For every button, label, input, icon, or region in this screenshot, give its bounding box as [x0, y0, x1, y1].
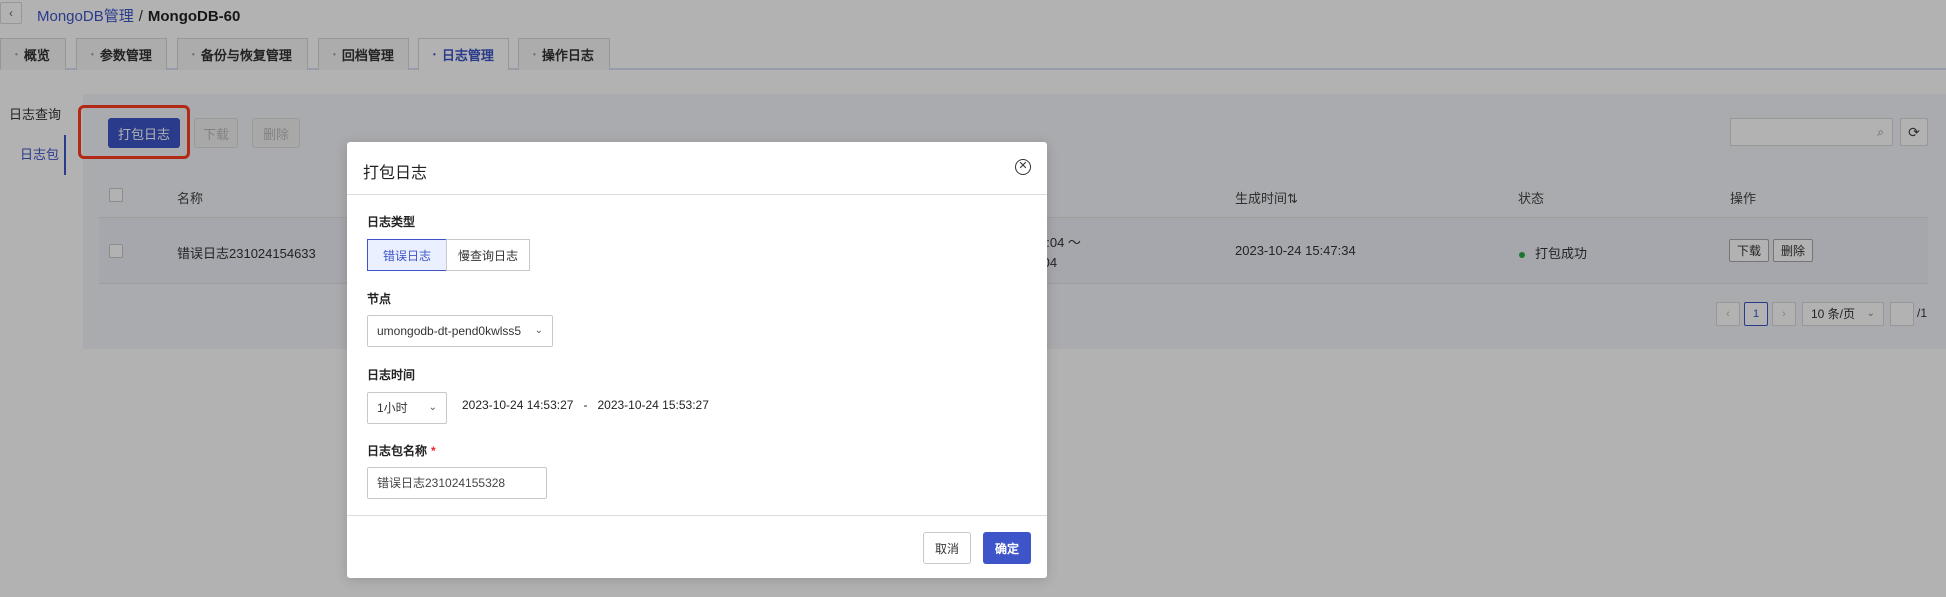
log-type-slow-query-option[interactable]: 慢查询日志	[446, 239, 530, 271]
chevron-down-icon: ⌄	[428, 402, 437, 413]
chevron-down-icon: ⌄	[534, 325, 543, 336]
required-mark: *	[431, 444, 436, 458]
log-time-label: 日志时间	[367, 368, 416, 382]
node-select[interactable]: umongodb-dt-pend0kwlss5 ⌄	[367, 315, 553, 347]
time-range-select[interactable]: 1小时 ⌄	[367, 392, 447, 424]
log-type-label: 日志类型	[367, 215, 416, 229]
dialog-header-divider	[347, 194, 1047, 195]
node-select-value: umongodb-dt-pend0kwlss5	[377, 324, 522, 338]
dialog-footer-divider	[347, 515, 1047, 516]
pack-log-dialog: 打包日志 ✕ 日志类型 错误日志 慢查询日志 节点 umongodb-dt-pe…	[347, 142, 1047, 578]
time-end: 2023-10-24 15:53:27	[597, 398, 709, 412]
package-name-input[interactable]: 错误日志231024155328	[367, 467, 547, 499]
close-icon[interactable]: ✕	[1015, 159, 1031, 175]
cancel-button[interactable]: 取消	[923, 532, 971, 564]
log-type-error-option[interactable]: 错误日志	[367, 239, 447, 271]
dialog-title: 打包日志	[363, 165, 428, 182]
time-dash: -	[583, 398, 588, 412]
time-start: 2023-10-24 14:53:27	[462, 398, 574, 412]
confirm-button[interactable]: 确定	[983, 532, 1031, 564]
package-name-label-text: 日志包名称	[367, 444, 428, 458]
package-name-label: 日志包名称 *	[367, 442, 436, 459]
time-range-text[interactable]: 2023-10-24 14:53:27 - 2023-10-24 15:53:2…	[462, 398, 709, 412]
time-range-value: 1小时	[377, 401, 408, 415]
node-label: 节点	[367, 292, 392, 306]
